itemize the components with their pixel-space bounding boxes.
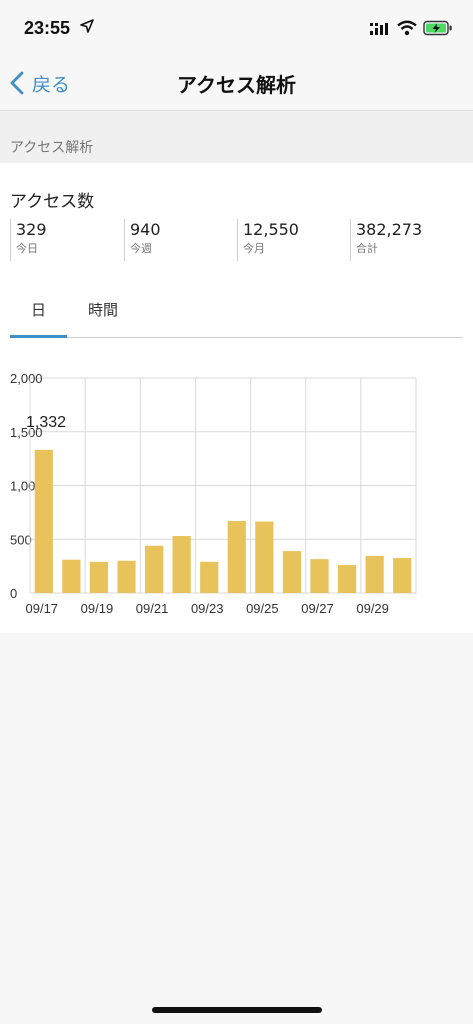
status-time: 23:55 bbox=[24, 18, 71, 38]
navigation-bar: 戻る アクセス解析 bbox=[0, 56, 473, 111]
stat-label: 合計 bbox=[356, 242, 378, 255]
stat-value: 382,273 bbox=[356, 220, 423, 239]
y-tick-label: 0 bbox=[10, 586, 17, 601]
stat-label: 今月 bbox=[243, 242, 265, 255]
chart-bar bbox=[62, 559, 81, 593]
wifi-icon bbox=[397, 20, 417, 36]
x-tick-label: 09/25 bbox=[246, 601, 279, 616]
chart-bar bbox=[337, 565, 357, 593]
chart-bar bbox=[227, 520, 246, 593]
home-indicator[interactable] bbox=[152, 1007, 322, 1013]
stat-today: 329 今日 bbox=[10, 219, 47, 261]
y-tick-label: 500 bbox=[10, 532, 32, 547]
location-arrow-icon bbox=[80, 19, 94, 33]
tab-day[interactable]: 日 bbox=[10, 299, 67, 338]
x-tick-label: 09/29 bbox=[356, 601, 389, 616]
x-tick-label: 09/27 bbox=[301, 601, 334, 616]
stat-this-month: 12,550 今月 bbox=[237, 219, 299, 261]
chart-bar bbox=[144, 545, 164, 593]
chart-bar bbox=[172, 536, 191, 593]
section-header-label: アクセス解析 bbox=[10, 140, 94, 156]
stat-total: 382,273 合計 bbox=[350, 219, 422, 261]
access-bar-chart: 05001,0001,5002,00009/17 09/19 09/21 09/23 0… bbox=[10, 371, 417, 616]
cellular-signal-icon bbox=[370, 23, 388, 35]
access-count-title: アクセス数 bbox=[10, 192, 95, 212]
section-header: アクセス解析 bbox=[0, 112, 473, 163]
chart-bar bbox=[34, 449, 53, 593]
x-tick-label: 09/19 bbox=[81, 601, 114, 616]
max-value-annotation: 1,332 bbox=[26, 414, 66, 431]
chart-bar bbox=[282, 551, 302, 593]
chart-bar bbox=[393, 558, 412, 593]
page-title: アクセス解析 bbox=[177, 73, 296, 97]
x-tick-label: 09/21 bbox=[136, 601, 169, 616]
stat-value: 329 bbox=[16, 220, 47, 239]
x-tick-label: 09/23 bbox=[191, 601, 224, 616]
stat-value: 940 bbox=[130, 220, 161, 239]
stat-this-week: 940 今週 bbox=[124, 219, 161, 261]
period-tabs: 日 時間 bbox=[10, 293, 463, 338]
battery-charging-icon bbox=[423, 20, 452, 36]
stat-label: 今週 bbox=[130, 242, 152, 255]
stat-value: 12,550 bbox=[243, 220, 299, 239]
chart-bar bbox=[255, 521, 274, 593]
status-bar: 23:55 bbox=[0, 0, 473, 56]
chart-bar bbox=[310, 559, 329, 593]
y-tick-label: 2,000 bbox=[10, 371, 43, 386]
chart-bar bbox=[365, 555, 384, 593]
chart-bar bbox=[89, 561, 109, 593]
access-card: アクセス数 329 今日 940 今週 12,550 今月 382,273 合計… bbox=[0, 163, 473, 633]
chart-bar bbox=[117, 560, 136, 593]
chart-bar bbox=[200, 561, 219, 593]
stat-label: 今日 bbox=[16, 242, 38, 255]
x-tick-label: 09/17 bbox=[26, 601, 59, 616]
tab-hour[interactable]: 時間 bbox=[67, 299, 139, 337]
